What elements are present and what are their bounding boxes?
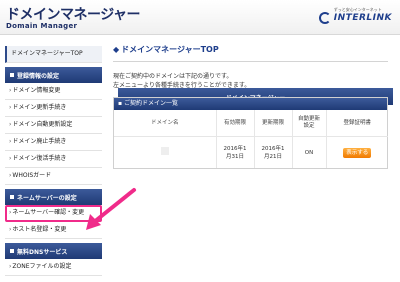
domain-table: ドメイン名 有効期限 更新期限 自動更新 設定 登録証明書 2016年1 月31… <box>114 110 388 168</box>
table-header-row: ドメイン名 有効期限 更新期限 自動更新 設定 登録証明書 <box>114 110 388 137</box>
domain-list-panel: ▪ ご契約ドメイン一覧 ドメイン名 有効期限 更新期限 自動更新 設定 登録証明… <box>113 97 388 169</box>
sidebar-section-nameserver: ネームサーバーの設定 <box>5 189 102 205</box>
sidebar-item-auto-renewal[interactable]: ›ドメイン自動更新設定 <box>5 117 102 134</box>
intro-text: 現在ご契約中のドメインは下記の通りです。 左メニューより各種手続きを行うことがで… <box>113 73 251 89</box>
cell-domain-name[interactable] <box>114 137 216 169</box>
cell-auto-renew: ON <box>291 136 326 168</box>
sidebar-item-label: ドメインマネージャーTOP <box>11 50 83 57</box>
table-row: 2016年1 月31日 2016年1 月21日 ON 表示する <box>114 136 388 169</box>
column-header-auto-renew: 自動更新 設定 <box>291 110 326 137</box>
sidebar-item-whois-guard[interactable]: ›WHOISガード <box>5 168 102 185</box>
app-subtitle: Domain Manager <box>6 22 78 30</box>
cell-expiry: 2016年1 月31日 <box>215 136 254 168</box>
cell-certificate: 表示する <box>325 136 388 168</box>
column-header-certificate: 登録証明書 <box>325 110 388 137</box>
square-bullet-icon: ▪ <box>118 100 123 107</box>
show-certificate-button[interactable]: 表示する <box>343 147 372 158</box>
panel-title: ▪ ご契約ドメイン一覧 <box>114 98 387 110</box>
app-header: ドメインマネージャー Domain Manager ずっと安心インターネット I… <box>0 0 400 35</box>
cell-renewal: 2016年1 月21日 <box>253 136 292 168</box>
brand-name: INTERLINK <box>333 13 392 23</box>
diamond-icon: ◆ <box>113 45 120 54</box>
column-header-renewal: 更新期限 <box>253 110 292 137</box>
app-title: ドメインマネージャー <box>6 7 141 23</box>
sidebar-section-free-dns: 無料DNSサービス <box>5 243 102 259</box>
redacted-domain <box>160 147 169 155</box>
sidebar-item-nameserver-change[interactable]: ›ネームサーバー確認・変更 <box>5 205 102 222</box>
sidebar-item-zone-file[interactable]: ›ZONEファイルの設定 <box>5 259 102 276</box>
brand-mark-icon <box>318 12 331 24</box>
sidebar-item-domain-info[interactable]: ›ドメイン情報変更 <box>5 83 102 100</box>
sidebar-item-top[interactable]: ドメインマネージャーTOP <box>5 46 102 63</box>
main-content: ◆ ドメインマネージャーTOP 現在ご契約中のドメインは下記の通りです。 左メニュ… <box>113 44 388 169</box>
sidebar-item-domain-cancel[interactable]: ›ドメイン廃止手続き <box>5 134 102 151</box>
sidebar-item-host-registration[interactable]: ›ホスト名登録・変更 <box>5 222 102 239</box>
brand-tagline: ずっと安心インターネット <box>333 7 382 12</box>
square-bullet-icon <box>10 73 14 77</box>
page-title: ◆ ドメインマネージャーTOP <box>113 45 219 54</box>
brand-logo[interactable]: ずっと安心インターネット INTERLINK <box>318 7 392 26</box>
sidebar-item-domain-restore[interactable]: ›ドメイン復活手続き <box>5 151 102 168</box>
sidebar-item-domain-renewal[interactable]: ›ドメイン更新手続き <box>5 100 102 117</box>
sidebar-section-registration: 登録情報の設定 <box>5 67 102 83</box>
column-header-domain: ドメイン名 <box>114 110 216 137</box>
column-header-expiry: 有効期限 <box>215 110 254 137</box>
square-bullet-icon <box>10 195 14 199</box>
sidebar: ドメインマネージャー ドメインマネージャーTOP 登録情報の設定 ›ドメイン情報… <box>5 44 393 276</box>
square-bullet-icon <box>10 249 14 253</box>
divider <box>113 61 388 62</box>
